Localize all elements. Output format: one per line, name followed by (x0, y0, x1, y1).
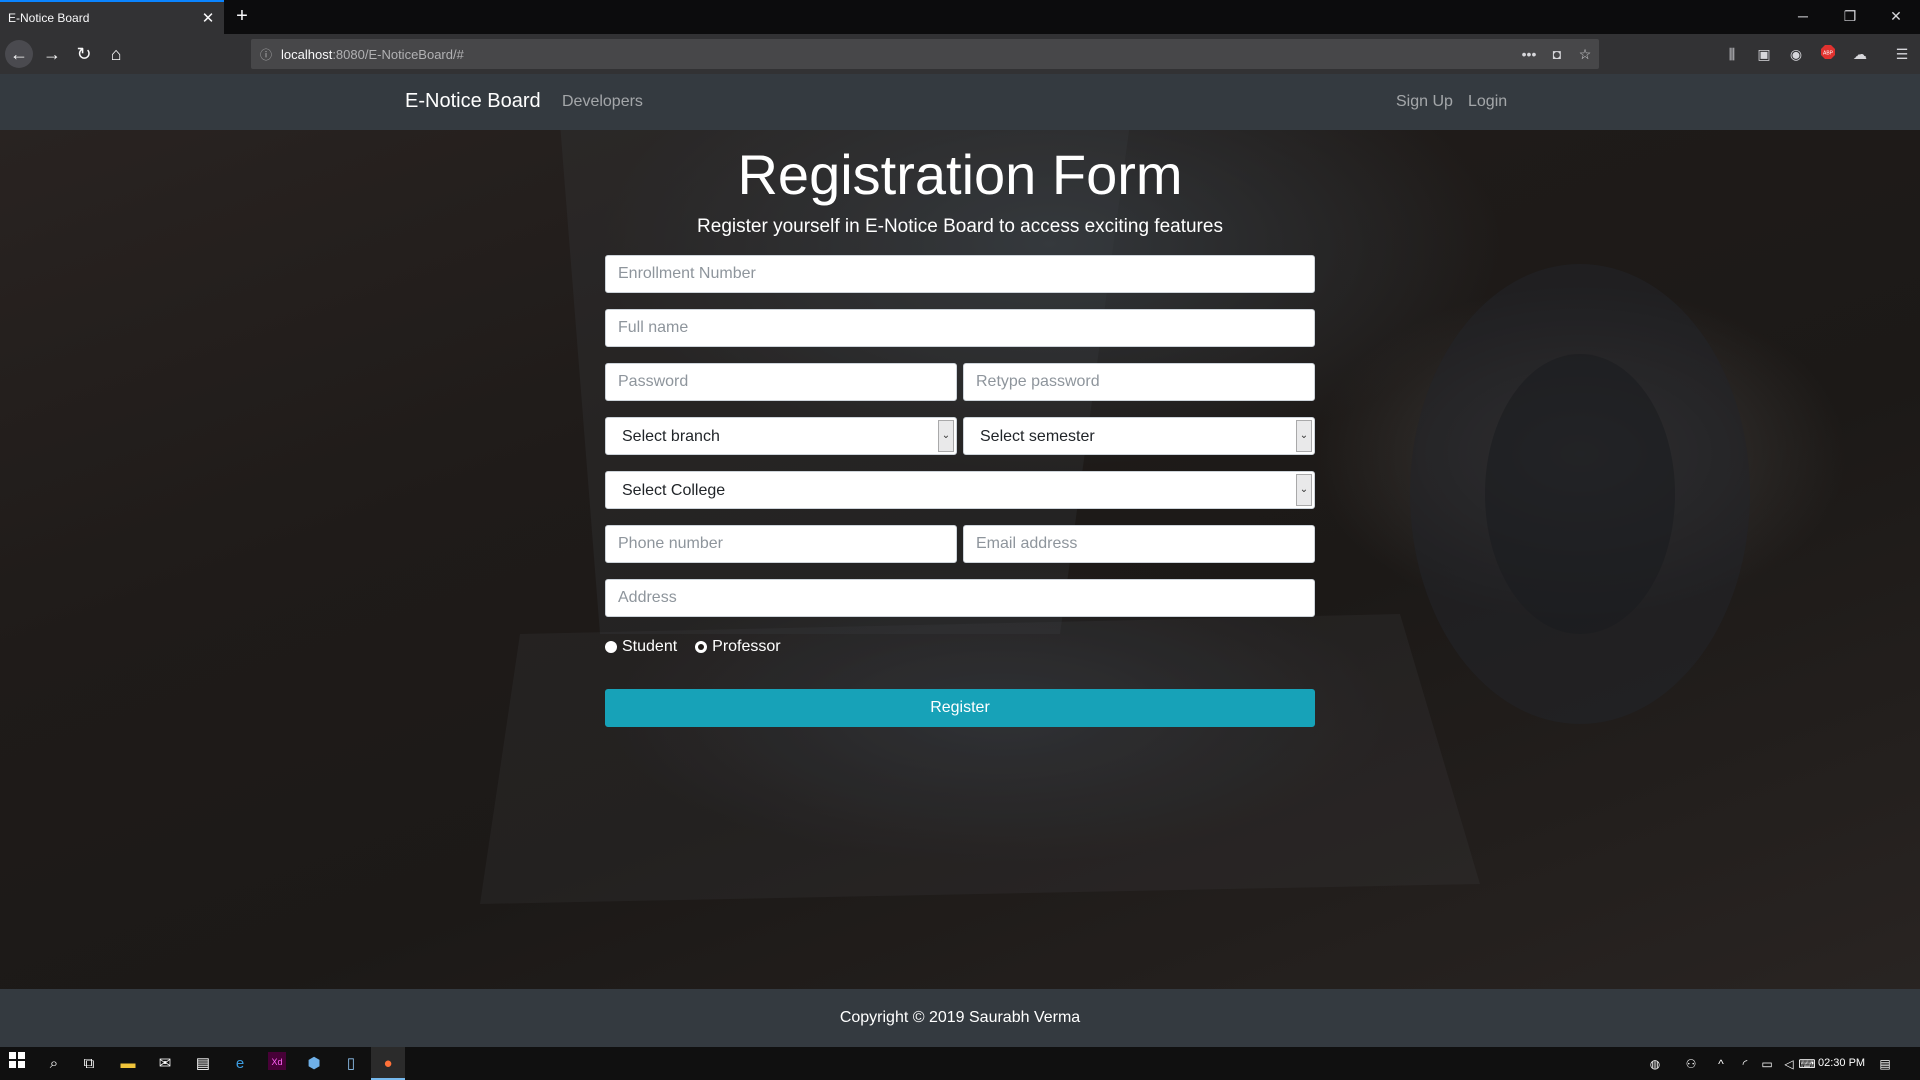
url-bar[interactable]: ⓘ localhost:8080/E-NoticeBoard/# ••• ◘ ☆ (251, 39, 1599, 69)
phone-number-input[interactable] (605, 525, 957, 563)
professor-radio-label[interactable]: Professor (712, 638, 780, 656)
svg-text:ABP: ABP (1823, 51, 1834, 57)
branch-select[interactable]: Select branch ⌄ (605, 417, 957, 455)
show-hidden-icons-chevron-icon[interactable]: ^ (1712, 1056, 1730, 1072)
close-tab-icon[interactable]: ✕ (200, 9, 216, 27)
search-icon[interactable]: ⌕ (42, 1052, 66, 1076)
ime-icon[interactable]: ⌨ (1798, 1056, 1816, 1072)
restore-icon[interactable]: ❐ (1827, 0, 1873, 32)
chevron-down-icon: ⌄ (1296, 420, 1312, 452)
bookmark-star-icon[interactable]: ☆ (1571, 46, 1599, 63)
people-icon[interactable]: ⚇ (1682, 1056, 1700, 1072)
student-radio[interactable] (605, 641, 617, 653)
professor-radio[interactable] (695, 641, 708, 653)
menu-icon[interactable]: ☰ (1892, 44, 1912, 64)
semester-select[interactable]: Select semester ⌄ (963, 417, 1315, 455)
close-window-icon[interactable]: ✕ (1873, 0, 1919, 32)
action-center-icon[interactable]: ▤ (1876, 1056, 1894, 1072)
app-cube-icon[interactable]: ⬢ (302, 1052, 326, 1076)
forward-icon[interactable]: → (38, 40, 66, 68)
firefox-icon[interactable]: ● (371, 1047, 405, 1080)
store-icon[interactable]: ▤ (191, 1052, 215, 1076)
browser-toolbar: ← → ↻ ⌂ ⓘ localhost:8080/E-NoticeBoard/#… (0, 34, 1920, 74)
notepad-icon[interactable]: ▯ (339, 1052, 363, 1076)
branch-select-value: Select branch (622, 428, 720, 445)
tab-title: E-Notice Board (8, 11, 90, 25)
semester-select-value: Select semester (980, 428, 1095, 445)
browser-tab-bar: E-Notice Board ✕ + ─ ❐ ✕ (0, 0, 1920, 34)
library-icon[interactable]: ⫼ (1722, 44, 1742, 64)
role-radio-group: Student Professor (605, 637, 799, 657)
windows-start-icon[interactable] (5, 1052, 29, 1076)
site-brand[interactable]: E-Notice Board (405, 90, 541, 113)
email-address-input[interactable] (963, 525, 1315, 563)
home-icon[interactable]: ⌂ (102, 40, 130, 68)
account-icon[interactable]: ◉ (1786, 44, 1806, 64)
battery-icon[interactable]: ▭ (1758, 1056, 1776, 1072)
enrollment-number-input[interactable] (605, 255, 1315, 293)
password-input[interactable] (605, 363, 957, 401)
back-icon[interactable]: ← (5, 40, 33, 68)
page-actions-icon[interactable]: ••• (1515, 46, 1543, 62)
reload-icon[interactable]: ↻ (70, 40, 98, 68)
site-navbar: E-Notice Board Developers Sign Up Login (0, 74, 1920, 130)
sidebar-icon[interactable]: ▣ (1754, 44, 1774, 64)
chevron-down-icon: ⌄ (938, 420, 954, 452)
edge-browser-icon[interactable]: e (228, 1052, 252, 1076)
pocket-icon[interactable]: ◘ (1543, 46, 1571, 62)
student-radio-label[interactable]: Student (622, 638, 677, 656)
mail-icon[interactable]: ✉ (153, 1052, 177, 1076)
browser-tab[interactable]: E-Notice Board ✕ (0, 0, 224, 34)
college-select-value: Select College (622, 482, 726, 499)
svg-text:Xd: Xd (271, 1057, 282, 1067)
file-explorer-icon[interactable]: ▬ (116, 1052, 140, 1076)
extension-icon[interactable]: ☁ (1850, 44, 1870, 64)
page-viewport: E-Notice Board Developers Sign Up Login … (0, 74, 1920, 1047)
nav-link-developers[interactable]: Developers (562, 93, 643, 111)
address-input[interactable] (605, 579, 1315, 617)
page-title: Registration Form (737, 143, 1183, 206)
site-footer: Copyright © 2019 Saurabh Verma (0, 989, 1920, 1047)
college-select[interactable]: Select College ⌄ (605, 471, 1315, 509)
chevron-down-icon: ⌄ (1296, 474, 1312, 506)
adobe-xd-icon[interactable]: Xd (265, 1052, 289, 1076)
site-info-icon[interactable]: ⓘ (251, 46, 281, 63)
adblock-icon[interactable]: ABP (1818, 44, 1838, 64)
volume-icon[interactable]: ◁ (1780, 1056, 1798, 1072)
network-globe-icon[interactable]: ◍ (1646, 1056, 1664, 1072)
task-view-icon[interactable]: ⧉ (77, 1052, 101, 1076)
windows-taskbar: ⌕ ⧉ ▬ ✉ ▤ e Xd ⬢ ▯ ● ◍ ⚇ ^ ◜ ▭ ◁ ⌨ 02:30… (0, 1047, 1920, 1080)
retype-password-input[interactable] (963, 363, 1315, 401)
url-text[interactable]: localhost:8080/E-NoticeBoard/# (281, 47, 1515, 62)
nav-link-login[interactable]: Login (1468, 93, 1507, 111)
taskbar-clock[interactable]: 02:30 PM (1818, 1057, 1865, 1069)
wifi-icon[interactable]: ◜ (1736, 1056, 1754, 1072)
nav-link-sign-up[interactable]: Sign Up (1396, 93, 1453, 111)
new-tab-icon[interactable]: + (230, 4, 254, 28)
minimize-icon[interactable]: ─ (1780, 0, 1826, 32)
full-name-input[interactable] (605, 309, 1315, 347)
register-button[interactable]: Register (605, 689, 1315, 727)
page-subtitle: Register yourself in E-Notice Board to a… (697, 216, 1223, 237)
